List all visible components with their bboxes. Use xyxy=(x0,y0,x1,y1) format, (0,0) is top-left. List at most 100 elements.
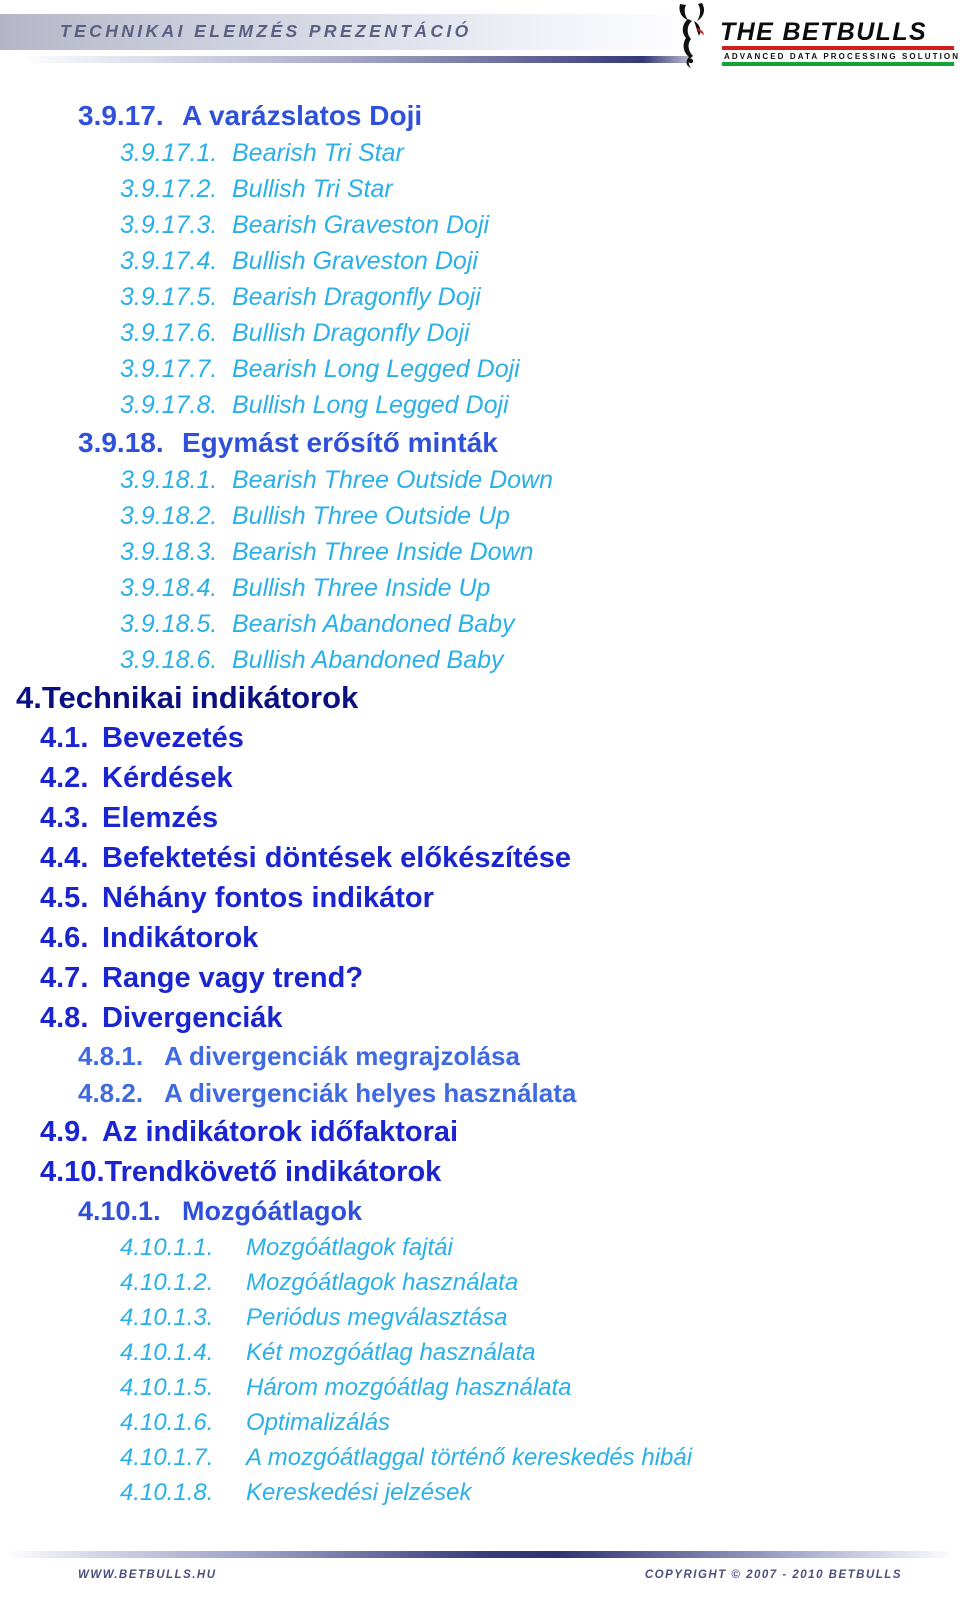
toc-entry-number: 4.10.1.4. xyxy=(120,1339,214,1366)
toc-entry-number: 4.8.2. xyxy=(78,1078,144,1108)
toc-entry-title: Optimalizálás xyxy=(246,1409,391,1436)
toc-entry-number: 3.9.18.3. xyxy=(120,538,218,566)
toc-entry-title: Két mozgóátlag használata xyxy=(246,1339,536,1366)
toc-entry-number: 4.10. xyxy=(40,1156,105,1188)
toc-entry[interactable]: 3.9.18.4. Bullish Three Inside Up xyxy=(0,570,960,606)
toc-entry[interactable]: 4.10.1.1. Mozgóátlagok fajtái xyxy=(0,1230,960,1265)
toc-entry-title: Az indikátorok időfaktorai xyxy=(102,1116,459,1148)
toc-entry[interactable]: 3.9.17.7. Bearish Long Legged Doji xyxy=(0,351,960,387)
toc-entry-title: Technikai indikátorok xyxy=(41,680,359,715)
toc-entry-title: Bearish Three Inside Down xyxy=(232,538,534,566)
toc-entry[interactable]: 4.10.1. Mozgóátlagok xyxy=(0,1192,960,1230)
toc-entry[interactable]: 3.9.18. Egymást erősítő minták xyxy=(0,423,960,462)
toc-entry-title: Bearish Dragonfly Doji xyxy=(232,283,481,311)
toc-entry[interactable]: 4.10.1.3. Periódus megválasztása xyxy=(0,1300,960,1335)
toc-entry-title: Bullish Three Outside Up xyxy=(232,502,510,530)
toc-entry-title: Bearish Abandoned Baby xyxy=(232,610,515,638)
logo-wordmark: THE BETBULLS xyxy=(720,18,928,46)
toc-entry[interactable]: 3.9.18.6. Bullish Abandoned Baby xyxy=(0,642,960,678)
toc-entry[interactable]: 4. Technikai indikátorok xyxy=(0,678,960,718)
page-footer: WWW.BETBULLS.HU COPYRIGHT © 2007 - 2010 … xyxy=(0,1545,960,1597)
toc-entry[interactable]: 4.8. Divergenciák xyxy=(0,998,960,1038)
header-title: TECHNIKAI ELEMZÉS PREZENTÁCIÓ xyxy=(60,21,472,41)
toc-entry-title: Bullish Three Inside Up xyxy=(232,574,491,602)
toc-entry-number: 4.8. xyxy=(40,1002,89,1034)
toc-entry-title: Befektetési döntések előkészítése xyxy=(102,842,572,874)
toc-entry[interactable]: 3.9.17.5. Bearish Dragonfly Doji xyxy=(0,279,960,315)
toc-entry-number: 3.9.17.5. xyxy=(120,283,218,311)
toc-entry[interactable]: 4.10.1.5. Három mozgóátlag használata xyxy=(0,1370,960,1405)
toc-entry-number: 4.10.1.3. xyxy=(120,1304,214,1331)
toc-entry[interactable]: 3.9.18.5. Bearish Abandoned Baby xyxy=(0,606,960,642)
toc-entry[interactable]: 4.10. Trendkövető indikátorok xyxy=(0,1152,960,1192)
toc-entry-title: Range vagy trend? xyxy=(102,962,364,994)
toc-entry[interactable]: 3.9.18.1. Bearish Three Outside Down xyxy=(0,462,960,498)
toc-entry-title: Kérdések xyxy=(102,762,233,794)
footer-copyright: COPYRIGHT © 2007 - 2010 BETBULLS xyxy=(644,1569,902,1581)
toc-entry[interactable]: 4.5. Néhány fontos indikátor xyxy=(0,878,960,918)
toc-entry-number: 4. xyxy=(16,680,42,715)
toc-entry-title: Periódus megválasztása xyxy=(246,1304,508,1331)
toc-entry[interactable]: 3.9.17.4. Bullish Graveston Doji xyxy=(0,243,960,279)
toc-entry-number: 3.9.17.8. xyxy=(120,391,218,419)
toc-entry-number: 4.10.1.8. xyxy=(120,1479,214,1506)
toc-entry[interactable]: 4.10.1.2. Mozgóátlagok használata xyxy=(0,1265,960,1300)
toc-entry-title: A divergenciák helyes használata xyxy=(164,1078,577,1108)
toc-entry-title: Trendkövető indikátorok xyxy=(104,1156,442,1188)
toc-entry-number: 3.9.17.6. xyxy=(120,319,218,347)
toc-entry[interactable]: 3.9.17.1. Bearish Tri Star xyxy=(0,135,960,171)
toc-entry-number: 4.3. xyxy=(40,802,89,834)
table-of-contents: 3.9.17. A varázslatos Doji 3.9.17.1. Bearis… xyxy=(0,96,960,1510)
toc-entry-number: 3.9.17.3. xyxy=(120,211,218,239)
toc-entry[interactable]: 3.9.18.3. Bearish Three Inside Down xyxy=(0,534,960,570)
toc-entry-number: 4.10.1.5. xyxy=(120,1374,214,1401)
toc-entry-title: Bearish Tri Star xyxy=(232,139,404,167)
toc-entry[interactable]: 4.10.1.7. A mozgóátlaggal történő kereske… xyxy=(0,1440,960,1475)
toc-entry[interactable]: 4.7. Range vagy trend? xyxy=(0,958,960,998)
toc-entry-number: 3.9.18.2. xyxy=(120,502,218,530)
toc-entry-number: 4.4. xyxy=(40,842,89,874)
toc-entry-number: 4.9. xyxy=(40,1116,89,1148)
toc-entry-number: 4.8.1. xyxy=(78,1041,144,1071)
toc-entry-number: 4.1. xyxy=(40,722,89,754)
toc-entry[interactable]: 4.8.2. A divergenciák helyes használata xyxy=(0,1075,960,1112)
toc-entry[interactable]: 4.10.1.4. Két mozgóátlag használata xyxy=(0,1335,960,1370)
toc-entry[interactable]: 4.1. Bevezetés xyxy=(0,718,960,758)
toc-entry[interactable]: 3.9.17.3. Bearish Graveston Doji xyxy=(0,207,960,243)
betbulls-logo: THE BETBULLS ADVANCED DATA PROCESSING SO… xyxy=(672,2,960,70)
logo-bar-red xyxy=(722,46,954,50)
logo-color-bars xyxy=(722,46,954,66)
toc-entry-title: Három mozgóátlag használata xyxy=(246,1374,572,1401)
toc-entry-title: Bullish Tri Star xyxy=(232,175,393,203)
toc-entry[interactable]: 4.9. Az indikátorok időfaktorai xyxy=(0,1112,960,1152)
toc-entry[interactable]: 3.9.17.6. Bullish Dragonfly Doji xyxy=(0,315,960,351)
logo-bar-green xyxy=(722,62,954,66)
toc-entry-title: Elemzés xyxy=(102,802,219,834)
toc-entry[interactable]: 3.9.17.8. Bullish Long Legged Doji xyxy=(0,387,960,423)
toc-entry[interactable]: 4.2. Kérdések xyxy=(0,758,960,798)
toc-entry-number: 4.6. xyxy=(40,922,89,954)
header-divider-rule xyxy=(18,56,690,63)
toc-entry-number: 4.7. xyxy=(40,962,89,994)
toc-entry-number: 3.9.17.7. xyxy=(120,355,218,383)
toc-entry-number: 4.10.1.1. xyxy=(120,1234,214,1261)
toc-entry[interactable]: 3.9.17. A varázslatos Doji xyxy=(0,96,960,135)
toc-entry[interactable]: 3.9.17.2. Bullish Tri Star xyxy=(0,171,960,207)
toc-entry[interactable]: 4.10.1.8. Kereskedési jelzések xyxy=(0,1475,960,1510)
toc-entry-number: 3.9.17.1. xyxy=(120,139,218,167)
toc-entry-title: Indikátorok xyxy=(102,922,259,954)
toc-entry[interactable]: 3.9.18.2. Bullish Three Outside Up xyxy=(0,498,960,534)
toc-entry-title: Divergenciák xyxy=(102,1002,283,1034)
toc-entry-title: A varázslatos Doji xyxy=(182,100,423,131)
toc-entry[interactable]: 4.10.1.6. Optimalizálás xyxy=(0,1405,960,1440)
toc-entry-title: Mozgóátlagok xyxy=(182,1196,362,1226)
toc-entry-number: 3.9.18.1. xyxy=(120,466,218,494)
toc-entry-number: 4.10.1.7. xyxy=(120,1444,214,1471)
toc-entry[interactable]: 4.8.1. A divergenciák megrajzolása xyxy=(0,1038,960,1075)
toc-entry[interactable]: 4.3. Elemzés xyxy=(0,798,960,838)
bull-head-icon xyxy=(679,3,705,68)
toc-entry[interactable]: 4.6. Indikátorok xyxy=(0,918,960,958)
toc-entry[interactable]: 4.4. Befektetési döntések előkészítése xyxy=(0,838,960,878)
toc-entry-number: 4.10.1. xyxy=(78,1196,161,1226)
footer-website[interactable]: WWW.BETBULLS.HU xyxy=(78,1569,217,1581)
